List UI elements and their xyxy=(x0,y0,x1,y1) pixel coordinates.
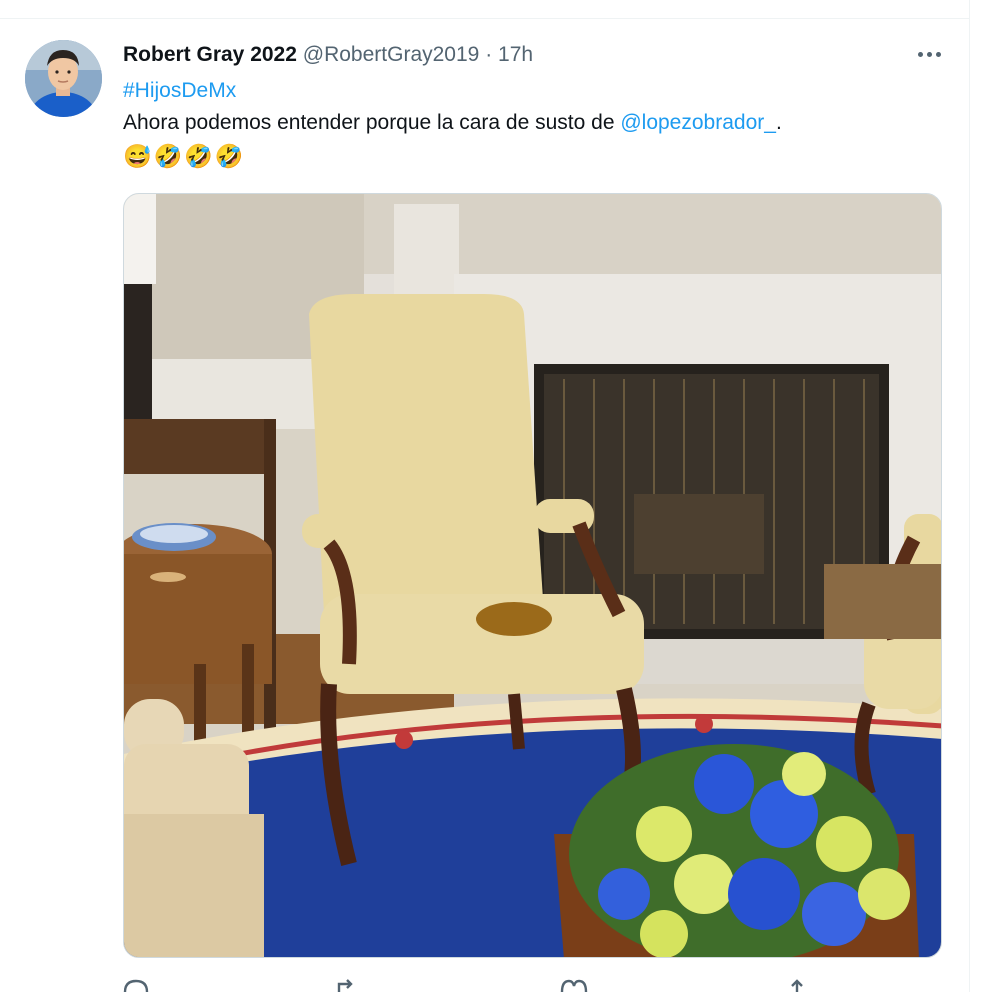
more-options-button[interactable] xyxy=(912,40,948,68)
more-icon xyxy=(918,52,923,57)
author-name[interactable]: Robert Gray 2022 xyxy=(123,43,297,66)
more-icon-dot xyxy=(936,52,941,57)
reply-button[interactable] xyxy=(123,978,149,992)
tweet-text-body: Ahora podemos entender porque la cara de… xyxy=(123,111,621,134)
right-border xyxy=(969,0,970,992)
like-button[interactable] xyxy=(560,978,588,992)
separator-dot: · xyxy=(485,43,493,66)
share-icon xyxy=(791,979,803,992)
action-bar xyxy=(123,978,923,992)
like-icon xyxy=(560,979,588,992)
author-handle[interactable]: @RobertGray2019 xyxy=(303,43,480,66)
avatar-image xyxy=(25,40,102,117)
avatar[interactable] xyxy=(25,40,102,117)
more-icon-dot xyxy=(927,52,932,57)
retweet-button[interactable] xyxy=(335,978,363,992)
tweet-text-end: . xyxy=(775,111,782,134)
mention-link[interactable]: @lopezobrador_ xyxy=(620,111,776,134)
tweet-header: Robert Gray 2022 @RobertGray2019 · 17h xyxy=(123,42,533,68)
reply-icon xyxy=(123,979,149,992)
share-button[interactable] xyxy=(787,978,807,992)
top-divider xyxy=(0,18,970,19)
tweet-media-photo[interactable] xyxy=(123,193,942,958)
tweet-card[interactable]: Robert Gray 2022 @RobertGray2019 · 17h #… xyxy=(0,0,992,992)
tweet-text: Ahora podemos entender porque la cara de… xyxy=(123,110,782,136)
photo-illustration xyxy=(124,194,941,957)
tweet-time[interactable]: 17h xyxy=(498,43,533,66)
emoji-line: 😅🤣🤣🤣 xyxy=(123,143,246,169)
retweet-icon xyxy=(337,979,353,992)
hashtag-link[interactable]: #HijosDeMx xyxy=(123,78,236,104)
